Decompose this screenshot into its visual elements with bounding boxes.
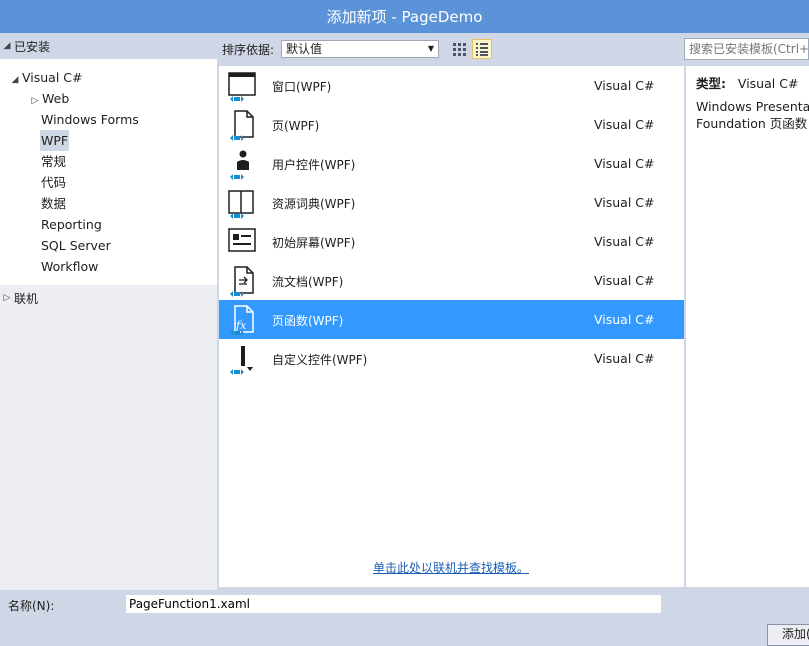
tree-item-label: Reporting — [41, 217, 102, 232]
page-icon — [227, 109, 257, 141]
template-row[interactable]: 资源词典(WPF) Visual C# — [219, 183, 684, 222]
sort-label: 排序依据: — [222, 43, 275, 57]
add-button[interactable]: 添加(A) — [767, 624, 809, 646]
template-row[interactable]: 初始屏幕(WPF) Visual C# — [219, 222, 684, 261]
template-name: 窗口(WPF) — [272, 80, 332, 94]
online-label: 联机 — [14, 291, 39, 306]
tree-item-label: 数据 — [41, 196, 67, 211]
window-icon — [227, 70, 257, 102]
tree-item-label: 代码 — [41, 175, 67, 190]
template-name: 初始屏幕(WPF) — [272, 236, 356, 250]
details-panel: 类型: Visual C# Windows Presentation Found… — [686, 66, 809, 587]
template-list: 单击此处以联机并查找模板。 窗口(WPF) Visual C# 页(WPF) Visu… — [219, 66, 684, 587]
template-name: 页(WPF) — [272, 119, 320, 133]
installed-header[interactable]: ◢ 已安装 — [0, 33, 217, 59]
template-language: Visual C# — [594, 273, 655, 288]
tree-item-label: Visual C# — [22, 70, 83, 85]
template-row[interactable]: 页(WPF) Visual C# — [219, 105, 684, 144]
sort-dropdown[interactable]: 默认值 ▼ — [281, 40, 439, 58]
tree-item-6[interactable]: 数据 — [40, 193, 67, 214]
splash-screen-icon — [227, 226, 257, 258]
template-row[interactable]: 流文档(WPF) Visual C# — [219, 261, 684, 300]
tree-item-9[interactable]: Workflow — [40, 256, 99, 277]
type-label: 类型: — [696, 76, 726, 91]
dropdown-arrow-icon: ▼ — [427, 44, 434, 53]
user-control-icon — [227, 148, 257, 180]
template-language: Visual C# — [594, 156, 655, 171]
tree-item-7[interactable]: Reporting — [40, 214, 103, 235]
custom-control-icon — [227, 343, 257, 375]
tree-item-0[interactable]: ◢ Visual C# — [7, 67, 84, 88]
template-row[interactable]: fx 页函数(WPF) Visual C# — [219, 300, 684, 339]
template-row[interactable]: 用户控件(WPF) Visual C# — [219, 144, 684, 183]
tree-item-label: WPF — [41, 133, 69, 148]
type-value: Visual C# — [737, 76, 799, 91]
tree-item-label: Web — [42, 91, 70, 106]
template-language: Visual C# — [594, 234, 655, 249]
name-input[interactable] — [126, 595, 661, 613]
sort-value: 默认值 — [286, 42, 323, 56]
collapse-icon[interactable]: ◢ — [0, 41, 14, 51]
name-label: 名称(N): — [8, 599, 55, 613]
template-language: Visual C# — [594, 117, 655, 132]
window-title: 添加新项 - PageDemo — [0, 0, 809, 33]
template-name: 流文档(WPF) — [272, 275, 344, 289]
template-row[interactable]: 自定义控件(WPF) Visual C# — [219, 339, 684, 378]
tree-item-label: 常规 — [41, 154, 67, 169]
template-language: Visual C# — [594, 78, 655, 93]
resource-dictionary-icon — [227, 187, 257, 219]
template-name: 用户控件(WPF) — [272, 158, 356, 172]
tree-item-2[interactable]: Windows Forms — [40, 109, 140, 130]
list-view-button[interactable] — [472, 39, 492, 59]
collapse-icon[interactable]: ◢ — [8, 70, 22, 91]
template-description: Windows Presentation Foundation 页函数 — [696, 99, 809, 131]
tree-item-label: SQL Server — [41, 238, 111, 253]
tree-item-5[interactable]: 代码 — [40, 172, 67, 193]
tree-item-1[interactable]: ▷ Web — [27, 88, 70, 109]
tree-item-3[interactable]: WPF — [40, 130, 70, 151]
template-language: Visual C# — [594, 312, 655, 327]
template-name: 资源词典(WPF) — [272, 197, 356, 211]
tree-item-label: Windows Forms — [41, 112, 139, 127]
page-function-icon: fx — [227, 304, 257, 336]
toolbar: 排序依据: 默认值 ▼ 搜索已安装模板(Ctrl+E) — [217, 33, 809, 66]
online-templates-link[interactable]: 单击此处以联机并查找模板。 — [373, 559, 529, 576]
search-input[interactable]: 搜索已安装模板(Ctrl+E) — [684, 38, 809, 60]
online-header[interactable]: ▷ 联机 — [0, 285, 217, 311]
category-tree: ◢ Visual C# ▷ Web Windows Forms WPF 常规 代码 数据 Repo… — [0, 59, 217, 285]
category-panel: ◢ 已安装 ◢ Visual C# ▷ Web Windows Forms WPF 常规 代码… — [0, 33, 217, 590]
template-language: Visual C# — [594, 351, 655, 366]
installed-label: 已安装 — [14, 39, 51, 54]
expand-icon[interactable]: ▷ — [0, 293, 14, 303]
template-row[interactable]: 窗口(WPF) Visual C# — [219, 66, 684, 105]
template-name: 页函数(WPF) — [272, 314, 344, 328]
type-line: 类型: Visual C# — [696, 73, 798, 92]
tree-item-label: Workflow — [41, 259, 99, 274]
template-language: Visual C# — [594, 195, 655, 210]
small-icons-view-button[interactable] — [449, 39, 469, 59]
bottom-bar: 名称(N): 添加(A) — [0, 590, 809, 646]
grid-view-icon — [453, 43, 466, 56]
flow-document-icon — [227, 265, 257, 297]
list-view-icon — [476, 43, 488, 56]
tree-item-4[interactable]: 常规 — [40, 151, 67, 172]
tree-item-8[interactable]: SQL Server — [40, 235, 112, 256]
template-name: 自定义控件(WPF) — [272, 353, 368, 367]
